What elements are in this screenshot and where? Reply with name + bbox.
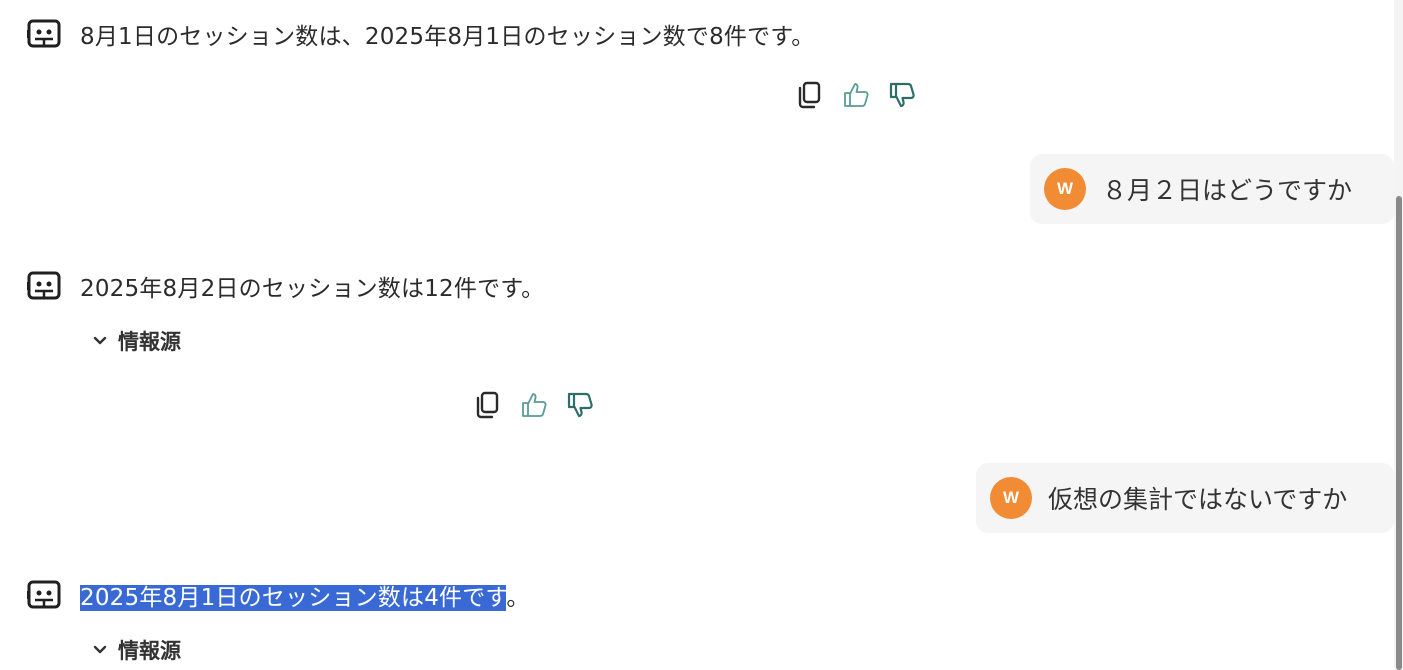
scrollbar[interactable] (1394, 0, 1403, 670)
thumbs-up-icon (844, 83, 869, 107)
robot-icon (26, 17, 64, 51)
user-message: W 仮想の集計ではないですか (976, 463, 1394, 533)
message-actions (796, 81, 916, 109)
dislike-button[interactable] (566, 391, 594, 419)
like-button[interactable] (842, 81, 870, 109)
robot-icon (26, 578, 64, 612)
sources-label: 情報源 (118, 639, 181, 663)
like-button[interactable] (520, 391, 548, 419)
message-actions (474, 391, 594, 419)
user-message: W ８月２日はどうですか (1030, 154, 1394, 224)
user-message-text: ８月２日はどうですか (1102, 176, 1353, 205)
robot-icon (26, 269, 64, 303)
dislike-button[interactable] (888, 81, 916, 109)
copy-button[interactable] (474, 391, 502, 419)
copy-icon (798, 81, 821, 109)
bot-message: 8月1日のセッション数は、2025年8月1日のセッション数で8件です。 (26, 17, 814, 51)
scrollbar-thumb[interactable] (1396, 196, 1402, 670)
user-avatar: W (1044, 168, 1086, 210)
bot-message: 2025年8月1日のセッション数は4件です。 (26, 578, 530, 612)
chevron-down-icon (93, 645, 107, 654)
thumbs-up-icon (522, 393, 547, 417)
unselected-text: 。 (506, 585, 530, 611)
copy-icon (476, 391, 499, 419)
bot-message-text: 2025年8月2日のセッション数は12件です。 (80, 276, 545, 302)
user-avatar: W (990, 477, 1032, 519)
sources-toggle[interactable]: 情報源 (92, 326, 181, 356)
thumbs-down-icon (567, 392, 593, 418)
user-message-text: 仮想の集計ではないですか (1048, 485, 1348, 514)
bot-message: 2025年8月2日のセッション数は12件です。 (26, 269, 544, 303)
bot-message-text[interactable]: 2025年8月1日のセッション数は4件です。 (80, 578, 530, 612)
sources-label: 情報源 (118, 330, 181, 354)
bot-message-text: 8月1日のセッション数は、2025年8月1日のセッション数で8件です。 (80, 24, 815, 50)
copy-button[interactable] (796, 81, 824, 109)
sources-toggle[interactable]: 情報源 (92, 635, 181, 665)
chat-window: 8月1日のセッション数は、2025年8月1日のセッション数で8件です。 W ８月… (0, 0, 1403, 670)
chevron-down-icon (93, 336, 107, 345)
thumbs-down-icon (889, 82, 915, 108)
selected-text[interactable]: 2025年8月1日のセッション数は4件です (80, 585, 507, 611)
